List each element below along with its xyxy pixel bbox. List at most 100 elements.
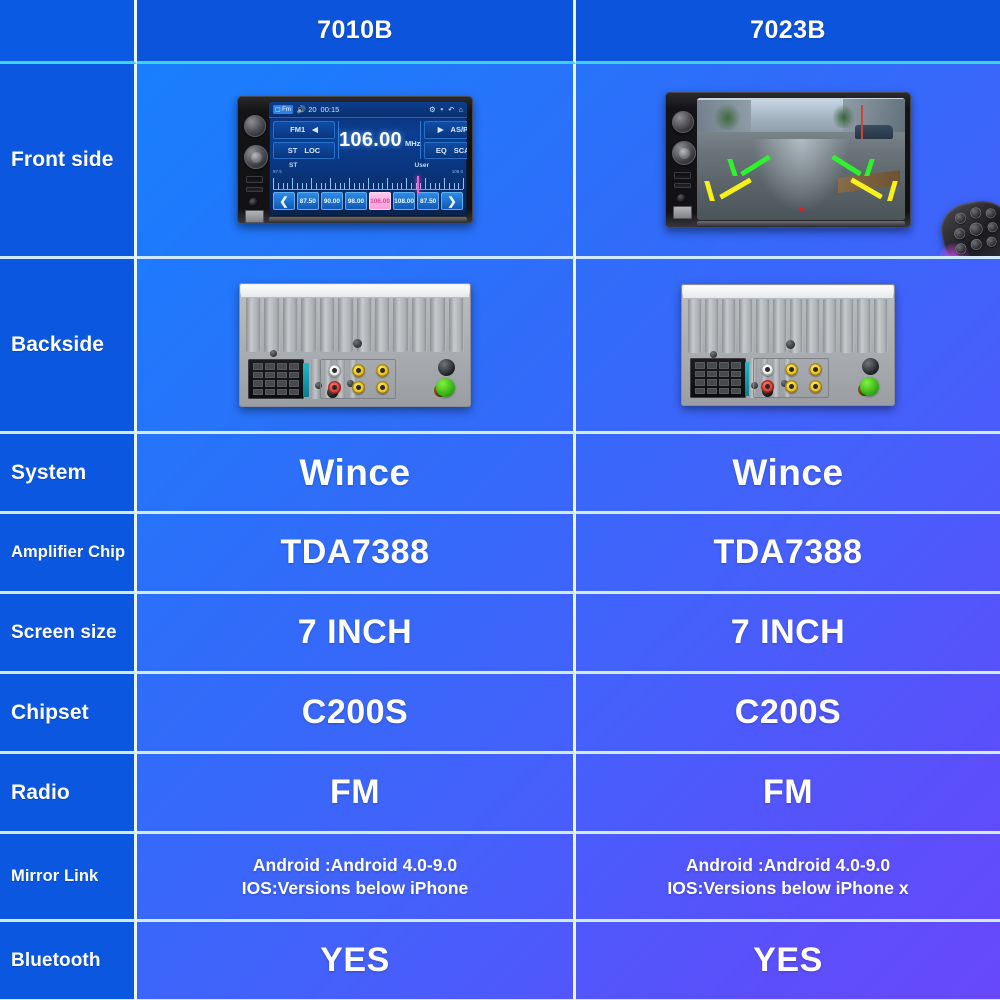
tree-left (713, 102, 741, 130)
asps-label: AS/PS (450, 125, 467, 135)
preset-prev-button[interactable]: ❮ (273, 192, 295, 210)
cell-value: YES (320, 940, 390, 979)
home-icon[interactable]: ⌂ (458, 105, 463, 114)
volume-knob-icon (244, 145, 268, 169)
clock-display: 00:15 (320, 105, 340, 114)
cell-chipset-7023b: C200S (576, 674, 1000, 754)
road-reflection (751, 139, 851, 216)
asps-button[interactable]: ▶ AS/PS (424, 121, 467, 139)
road-pole (861, 105, 864, 140)
rca-jack-yellow (351, 364, 365, 377)
back-arrow-icon[interactable]: ↶ (448, 105, 454, 114)
cell-value-multiline: Android :Android 4.0-9.0 IOS:Versions be… (667, 854, 908, 899)
usb-port-icon (673, 206, 692, 219)
right-control-column: ▶ AS/PS EQ SCAN (424, 121, 467, 159)
cell-screen-size-7023b: 7 INCH (576, 594, 1000, 674)
cell-value: 7 INCH (297, 612, 413, 651)
antenna-green-jack-icon (860, 377, 879, 396)
rca-jack-yellow (808, 363, 822, 376)
iso-power-connector (248, 359, 304, 399)
tuning-dial[interactable]: ST User 87.5 108.0 (273, 162, 464, 193)
bottom-bezel (697, 221, 905, 227)
cell-value: FM (329, 772, 381, 811)
backside-unit-7023b (681, 284, 895, 406)
preset-button[interactable]: 98.00 (344, 192, 368, 210)
cell-value: C200S (301, 692, 409, 731)
antenna-din-jack-icon (862, 358, 879, 375)
frequency-unit: MHz (404, 139, 421, 148)
mirror-link-ios-b: IOS:Versions below iPhone x (667, 877, 909, 898)
knob-panel (240, 101, 270, 223)
preset-next-button[interactable]: ❯ (440, 192, 463, 210)
bluetooth-icon[interactable]: ᛭ (440, 105, 445, 114)
cell-system-7010b: Wince (137, 434, 576, 514)
preset-button-active[interactable]: 106.00 (368, 192, 392, 210)
micro-sd-slot-icon (674, 183, 691, 188)
cell-mirror-link-7023b: Android :Android 4.0-9.0 IOS:Versions be… (576, 834, 1000, 922)
band-button[interactable]: FM1 ◀ (273, 121, 335, 139)
screw-icon (710, 351, 717, 358)
micro-sd-slot-icon (246, 187, 263, 192)
head-unit-7023b (665, 92, 911, 228)
comparison-table-page: 7010B 7023B Front side ▢ Fm 🔊 20 00:15 ⚙… (0, 0, 1000, 1000)
cell-system-7023b: Wince (576, 434, 1000, 514)
gear-icon[interactable]: ⚙ (429, 105, 436, 114)
row-label-text: System (11, 460, 87, 484)
tuner-main-area: FM1 ◀ ST LOC 106.00 MHz ▶ AS/ EQ SC (269, 118, 467, 162)
power-knob-icon (244, 115, 266, 137)
dial-cursor-icon (417, 176, 419, 193)
row-label-screen-size: Screen size (0, 594, 137, 674)
dial-max-label: 108.0 (451, 169, 463, 174)
cell-value: TDA7388 (713, 532, 863, 571)
aux-jack-icon (249, 198, 258, 207)
rca-jack-yellow (784, 380, 798, 393)
cell-front-side-7010b: ▢ Fm 🔊 20 00:15 ⚙ ᛭ ↶ ⌂ FM1 ◀ ST LOC 106… (137, 64, 576, 259)
product-comparison-table: 7010B 7023B Front side ▢ Fm 🔊 20 00:15 ⚙… (0, 0, 1000, 1000)
band-label: FM1 (290, 125, 306, 135)
rca-jack-yellow (375, 364, 389, 377)
head-unit-7010b: ▢ Fm 🔊 20 00:15 ⚙ ᛭ ↶ ⌂ FM1 ◀ ST LOC 106… (237, 96, 473, 224)
rca-jack-yellow (808, 380, 822, 393)
cell-value: 7 INCH (730, 612, 846, 651)
rca-jack-yellow (351, 381, 365, 394)
cell-chipset-7010b: C200S (137, 674, 576, 754)
cell-backside-7010b (137, 259, 576, 434)
source-chip-label: Fm (282, 106, 291, 113)
status-bar: ▢ Fm 🔊 20 00:15 ⚙ ᛭ ↶ ⌂ (269, 102, 467, 118)
volume-indicator[interactable]: 🔊 20 (297, 105, 317, 114)
rca-jack-red (760, 380, 774, 393)
preset-button[interactable]: 90.00 (320, 192, 344, 210)
preset-button[interactable]: 87.50 (416, 192, 440, 210)
row-label-radio: Radio (0, 754, 137, 834)
st-loc-button-group[interactable]: ST LOC (273, 141, 335, 159)
cell-screen-size-7010b: 7 INCH (137, 594, 576, 674)
bottom-bezel (269, 217, 467, 223)
rca-jack-yellow (375, 381, 389, 394)
steering-wheel-remote (925, 184, 1000, 256)
mirror-link-android-b: Android :Android 4.0-9.0 (685, 855, 891, 876)
source-chip[interactable]: ▢ Fm (273, 105, 293, 114)
eq-scan-button-group[interactable]: EQ SCAN (424, 141, 467, 159)
row-label-mirror-link: Mirror Link (0, 834, 137, 922)
preset-button[interactable]: 108.00 (392, 192, 416, 210)
frequency-display: 106.00 MHz (338, 121, 422, 159)
unit-top-edge (241, 285, 469, 297)
cell-amplifier-chip-7010b: TDA7388 (137, 514, 576, 594)
chevron-right-icon: ❯ (447, 195, 457, 208)
preset-button[interactable]: 87.50 (296, 192, 320, 210)
row-label-text: Chipset (11, 700, 89, 724)
row-label-text: Amplifier Chip (11, 543, 126, 561)
row-label-bluetooth: Bluetooth (0, 922, 137, 1000)
cell-amplifier-chip-7023b: TDA7388 (576, 514, 1000, 594)
cell-radio-7010b: FM (137, 754, 576, 834)
antenna-connector-group (858, 358, 888, 398)
row-label-text: Radio (11, 780, 70, 804)
cell-value: TDA7388 (280, 532, 430, 571)
tv-icon: ▢ (275, 107, 281, 113)
screw-icon (270, 350, 277, 357)
left-triangle-icon: ◀ (312, 125, 318, 135)
row-label-system: System (0, 434, 137, 514)
rca-jack-white (760, 363, 774, 376)
row-label-text: Bluetooth (11, 949, 101, 971)
row-label-text: Mirror Link (11, 867, 99, 885)
